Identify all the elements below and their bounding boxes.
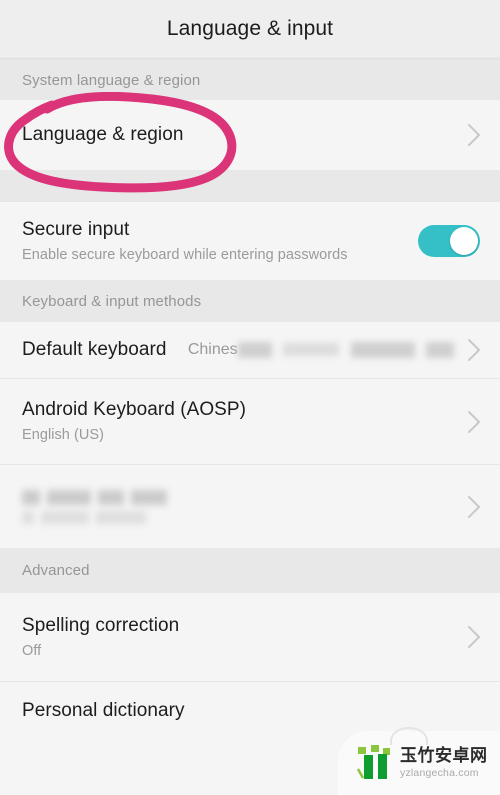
- row-title: Default keyboard: [22, 339, 167, 360]
- row-title: Personal dictionary: [22, 700, 185, 721]
- toggle-knob: [450, 227, 478, 255]
- row-language-region[interactable]: Language & region: [0, 100, 500, 170]
- row-android-keyboard-content: Android Keyboard (AOSP) English (US): [22, 398, 464, 445]
- section-header-advanced: Advanced: [0, 548, 500, 593]
- row-subtitle: English (US): [22, 427, 104, 443]
- section-header-label: Keyboard & input methods: [22, 292, 202, 310]
- row-title: Language & region: [22, 124, 184, 145]
- row-subtitle: Enable secure keyboard while entering pa…: [22, 246, 348, 263]
- chevron-right-icon: [464, 408, 484, 436]
- chevron-right-icon: [464, 121, 484, 149]
- chevron-right-icon: [464, 336, 484, 364]
- section-header-label: Advanced: [22, 562, 90, 579]
- row-spelling-correction[interactable]: Spelling correction Off: [0, 593, 500, 681]
- row-redacted-keyboard[interactable]: [0, 465, 500, 548]
- watermark-content: 玉竹安卓网 yzlangecha.com: [354, 745, 488, 781]
- row-redacted-keyboard-content: [22, 489, 464, 524]
- watermark-title: 玉竹安卓网: [400, 746, 488, 765]
- redacted-title: [22, 489, 464, 524]
- app-title-bar: Language & input: [0, 0, 500, 57]
- row-spelling-correction-content: Spelling correction Off: [22, 614, 464, 661]
- row-title: Secure input: [22, 218, 130, 240]
- row-default-keyboard[interactable]: Default keyboard Chines: [0, 322, 500, 378]
- row-subtitle: Off: [22, 642, 42, 659]
- watermark-card: 玉竹安卓网 yzlangecha.com: [338, 727, 500, 795]
- chevron-right-icon: [464, 623, 484, 651]
- watermark-texts: 玉竹安卓网 yzlangecha.com: [400, 746, 488, 780]
- row-android-keyboard-aosp[interactable]: Android Keyboard (AOSP) English (US): [0, 379, 500, 464]
- page-title: Language & input: [166, 16, 334, 40]
- watermark-logo-icon: [354, 745, 394, 781]
- secure-input-toggle[interactable]: [418, 225, 480, 257]
- row-title: Spelling correction: [22, 614, 180, 636]
- section-gap-band: [0, 170, 500, 201]
- row-title: Android Keyboard (AOSP): [22, 399, 246, 420]
- chevron-right-icon: [464, 493, 484, 521]
- section-header-label: System language & region: [22, 71, 201, 89]
- watermark-url: yzlangecha.com: [400, 767, 479, 779]
- redacted-value: [237, 341, 454, 359]
- settings-screen: Language & input System language & regio…: [0, 0, 500, 795]
- row-secure-input-content: Secure input Enable secure keyboard whil…: [22, 218, 418, 265]
- section-header-keyboard-input-methods: Keyboard & input methods: [0, 280, 500, 322]
- site-watermark: 玉竹安卓网 yzlangecha.com: [338, 727, 500, 795]
- row-default-keyboard-content: Default keyboard: [22, 338, 188, 362]
- row-personal-dictionary[interactable]: Personal dictionary: [0, 682, 500, 740]
- row-language-region-content: Language & region: [22, 123, 464, 147]
- row-value-text: Chines: [187, 341, 238, 358]
- row-secure-input[interactable]: Secure input Enable secure keyboard whil…: [0, 202, 500, 280]
- row-value-default-keyboard: Chines: [188, 341, 454, 359]
- section-header-system-language-region: System language & region: [0, 60, 500, 100]
- row-personal-dictionary-content: Personal dictionary: [22, 699, 484, 723]
